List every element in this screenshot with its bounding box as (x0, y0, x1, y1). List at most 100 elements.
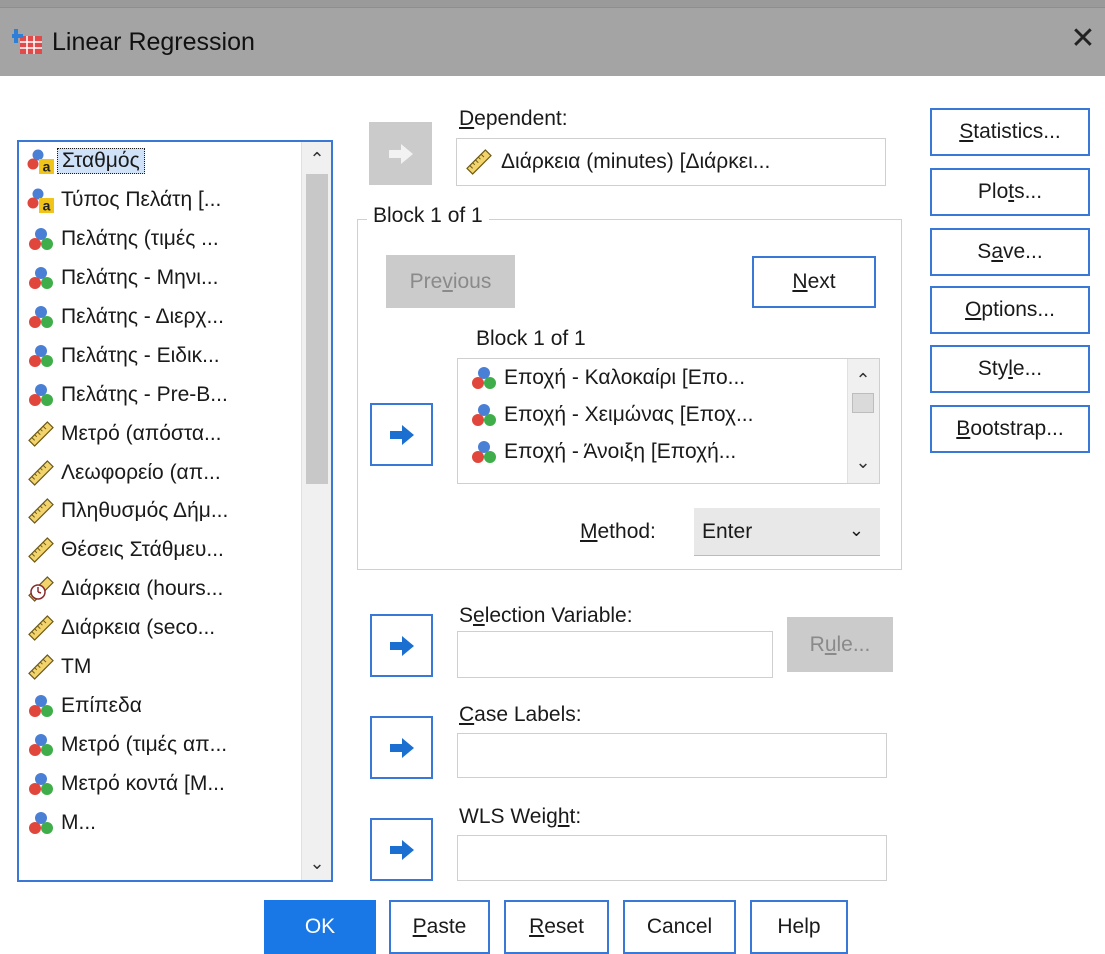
dependent-label: Dependent: (459, 107, 568, 130)
list-item[interactable]: Πελάτης - Ειδικ... (19, 336, 303, 375)
list-item[interactable]: Μετρό κοντά [Μ... (19, 764, 303, 803)
method-label: Method: (580, 520, 656, 543)
scale-icon (27, 497, 55, 525)
nominal-icon (27, 770, 55, 798)
method-select[interactable]: Enter ⌄ (694, 508, 880, 556)
regression-app-icon (12, 29, 42, 54)
list-item[interactable]: Μετρό (απόστα... (19, 414, 303, 453)
right-arrow-icon (389, 635, 414, 656)
list-item[interactable]: Μ... (19, 803, 303, 842)
independents-scrollbar[interactable]: ⌃ ⌄ (847, 359, 879, 483)
list-item[interactable]: Θέσεις Στάθμευ... (19, 531, 303, 570)
source-variable-list[interactable]: a Σταθμός a Τύπος Πελάτη [... Πελάτης (τιμές… (17, 140, 333, 882)
scale-icon (27, 536, 55, 564)
paste-button[interactable]: Paste (389, 900, 490, 954)
right-arrow-icon (389, 839, 414, 860)
style-button[interactable]: Sty l e... (930, 345, 1090, 393)
list-item-label: Πελάτης - Pre-B... (61, 382, 228, 406)
list-item[interactable]: Διάρκεια (seco... (19, 609, 303, 648)
case-labels-field[interactable] (457, 733, 887, 778)
chevron-down-icon: ⌄ (848, 520, 864, 540)
right-arrow-icon (388, 143, 413, 164)
block-group-title: Block 1 of 1 (367, 204, 489, 228)
move-to-case-labels-button[interactable] (370, 716, 433, 779)
list-item[interactable]: Εποχή - Χειμώνας [Εποχ... (458, 396, 850, 433)
right-arrow-icon (389, 424, 414, 445)
move-to-wls-button[interactable] (370, 818, 433, 881)
nominal-icon (470, 438, 498, 466)
move-to-selection-button[interactable] (370, 614, 433, 677)
list-item[interactable]: Διάρκεια (hours... (19, 570, 303, 609)
scale-icon (27, 420, 55, 448)
list-item[interactable]: Εποχή - Άνοιξη [Εποχή... (458, 433, 850, 470)
nominal-icon (27, 381, 55, 409)
list-item-label: Μετρό (τιμές απ... (61, 732, 228, 756)
list-item[interactable]: Πελάτης - Διερχ... (19, 298, 303, 337)
list-item[interactable]: Επίπεδα (19, 686, 303, 725)
dependent-field[interactable]: Διάρκεια (minutes) [Διάρκει... (456, 138, 886, 186)
svg-text:a: a (43, 198, 51, 214)
next-button[interactable]: Next (752, 256, 876, 308)
list-item-label: Διάρκεια (hours... (61, 577, 224, 601)
scale-icon (27, 653, 55, 681)
close-icon[interactable]: ✕ (1066, 22, 1100, 56)
move-to-dependent-button[interactable] (369, 122, 432, 185)
statistics-button[interactable]: Statistics... (930, 108, 1090, 156)
nominal-string-icon: a (27, 147, 55, 175)
list-item-label: Πελάτης - Μηνι... (61, 266, 219, 290)
list-item-label: Εποχή - Καλοκαίρι [Επο... (504, 365, 746, 389)
list-item-label: Πληθυσμός Δήμ... (61, 499, 229, 523)
scroll-down-icon[interactable]: ⌄ (302, 848, 331, 878)
list-item[interactable]: Πληθυσμός Δήμ... (19, 492, 303, 531)
wls-weight-label: WLS Weight: (459, 805, 582, 828)
list-item-label: Πελάτης (τιμές ... (61, 227, 219, 251)
scroll-up-icon[interactable]: ⌃ (848, 365, 878, 395)
list-item-label: Σταθμός (57, 148, 145, 175)
list-item-label: Μετρό (απόστα... (61, 421, 222, 445)
nominal-icon (470, 401, 498, 429)
list-item[interactable]: Λεωφορείο (απ... (19, 453, 303, 492)
list-item[interactable]: Πελάτης - Pre-B... (19, 375, 303, 414)
variable-list-scrollbar[interactable]: ⌃ ⌄ (301, 142, 331, 880)
list-item[interactable]: a Σταθμός (19, 142, 303, 181)
dependent-value: Διάρκεια (minutes) [Διάρκει... (501, 150, 771, 173)
previous-button[interactable]: Pre v ious (386, 255, 515, 308)
list-item-label: Εποχή - Άνοιξη [Εποχή... (504, 439, 737, 463)
nominal-string-icon: a (27, 186, 55, 214)
list-item[interactable]: TM (19, 648, 303, 687)
background-window-strip (0, 0, 1105, 8)
move-to-independents-button[interactable] (370, 403, 433, 466)
list-item-label: Πελάτης - Διερχ... (61, 305, 224, 328)
nominal-icon (27, 731, 55, 759)
help-button[interactable]: Help (750, 900, 848, 954)
selection-variable-field[interactable] (457, 631, 773, 678)
cancel-button[interactable]: Cancel (623, 900, 736, 954)
rule-button[interactable]: Ru le... (787, 617, 893, 672)
plots-button[interactable]: Plo t s... (930, 168, 1090, 216)
list-item[interactable]: Πελάτης (τιμές ... (19, 220, 303, 259)
wls-weight-field[interactable] (457, 835, 887, 881)
block-inner-title: Block 1 of 1 (476, 327, 586, 350)
reset-button[interactable]: Reset (504, 900, 609, 954)
list-item[interactable]: a Τύπος Πελάτη [... (19, 181, 303, 220)
save-button[interactable]: Sa ve... (930, 228, 1090, 276)
nominal-icon (27, 225, 55, 253)
right-arrow-icon (389, 737, 414, 758)
list-item[interactable]: Εποχή - Καλοκαίρι [Επο... (458, 359, 850, 396)
scroll-up-icon[interactable]: ⌃ (302, 144, 331, 174)
options-button[interactable]: Options... (930, 286, 1090, 334)
scale-icon (27, 614, 55, 642)
ok-button[interactable]: OK (264, 900, 376, 954)
list-item[interactable]: Πελάτης - Μηνι... (19, 259, 303, 298)
scroll-down-icon[interactable]: ⌄ (848, 447, 878, 477)
list-item-label: Μετρό κοντά [Μ... (61, 771, 225, 795)
bootstrap-button[interactable]: Bootstrap... (930, 405, 1090, 453)
scroll-thumb[interactable] (852, 393, 874, 413)
nominal-icon (27, 264, 55, 292)
independent-variable-list[interactable]: Εποχή - Καλοκαίρι [Επο... Εποχή - Χειμώνα… (457, 358, 880, 484)
scroll-thumb[interactable] (306, 174, 328, 484)
list-item-label: Θέσεις Στάθμευ... (61, 538, 224, 562)
list-item[interactable]: Μετρό (τιμές απ... (19, 725, 303, 764)
list-item-label: Επίπεδα (61, 693, 142, 717)
nominal-icon (470, 364, 498, 392)
